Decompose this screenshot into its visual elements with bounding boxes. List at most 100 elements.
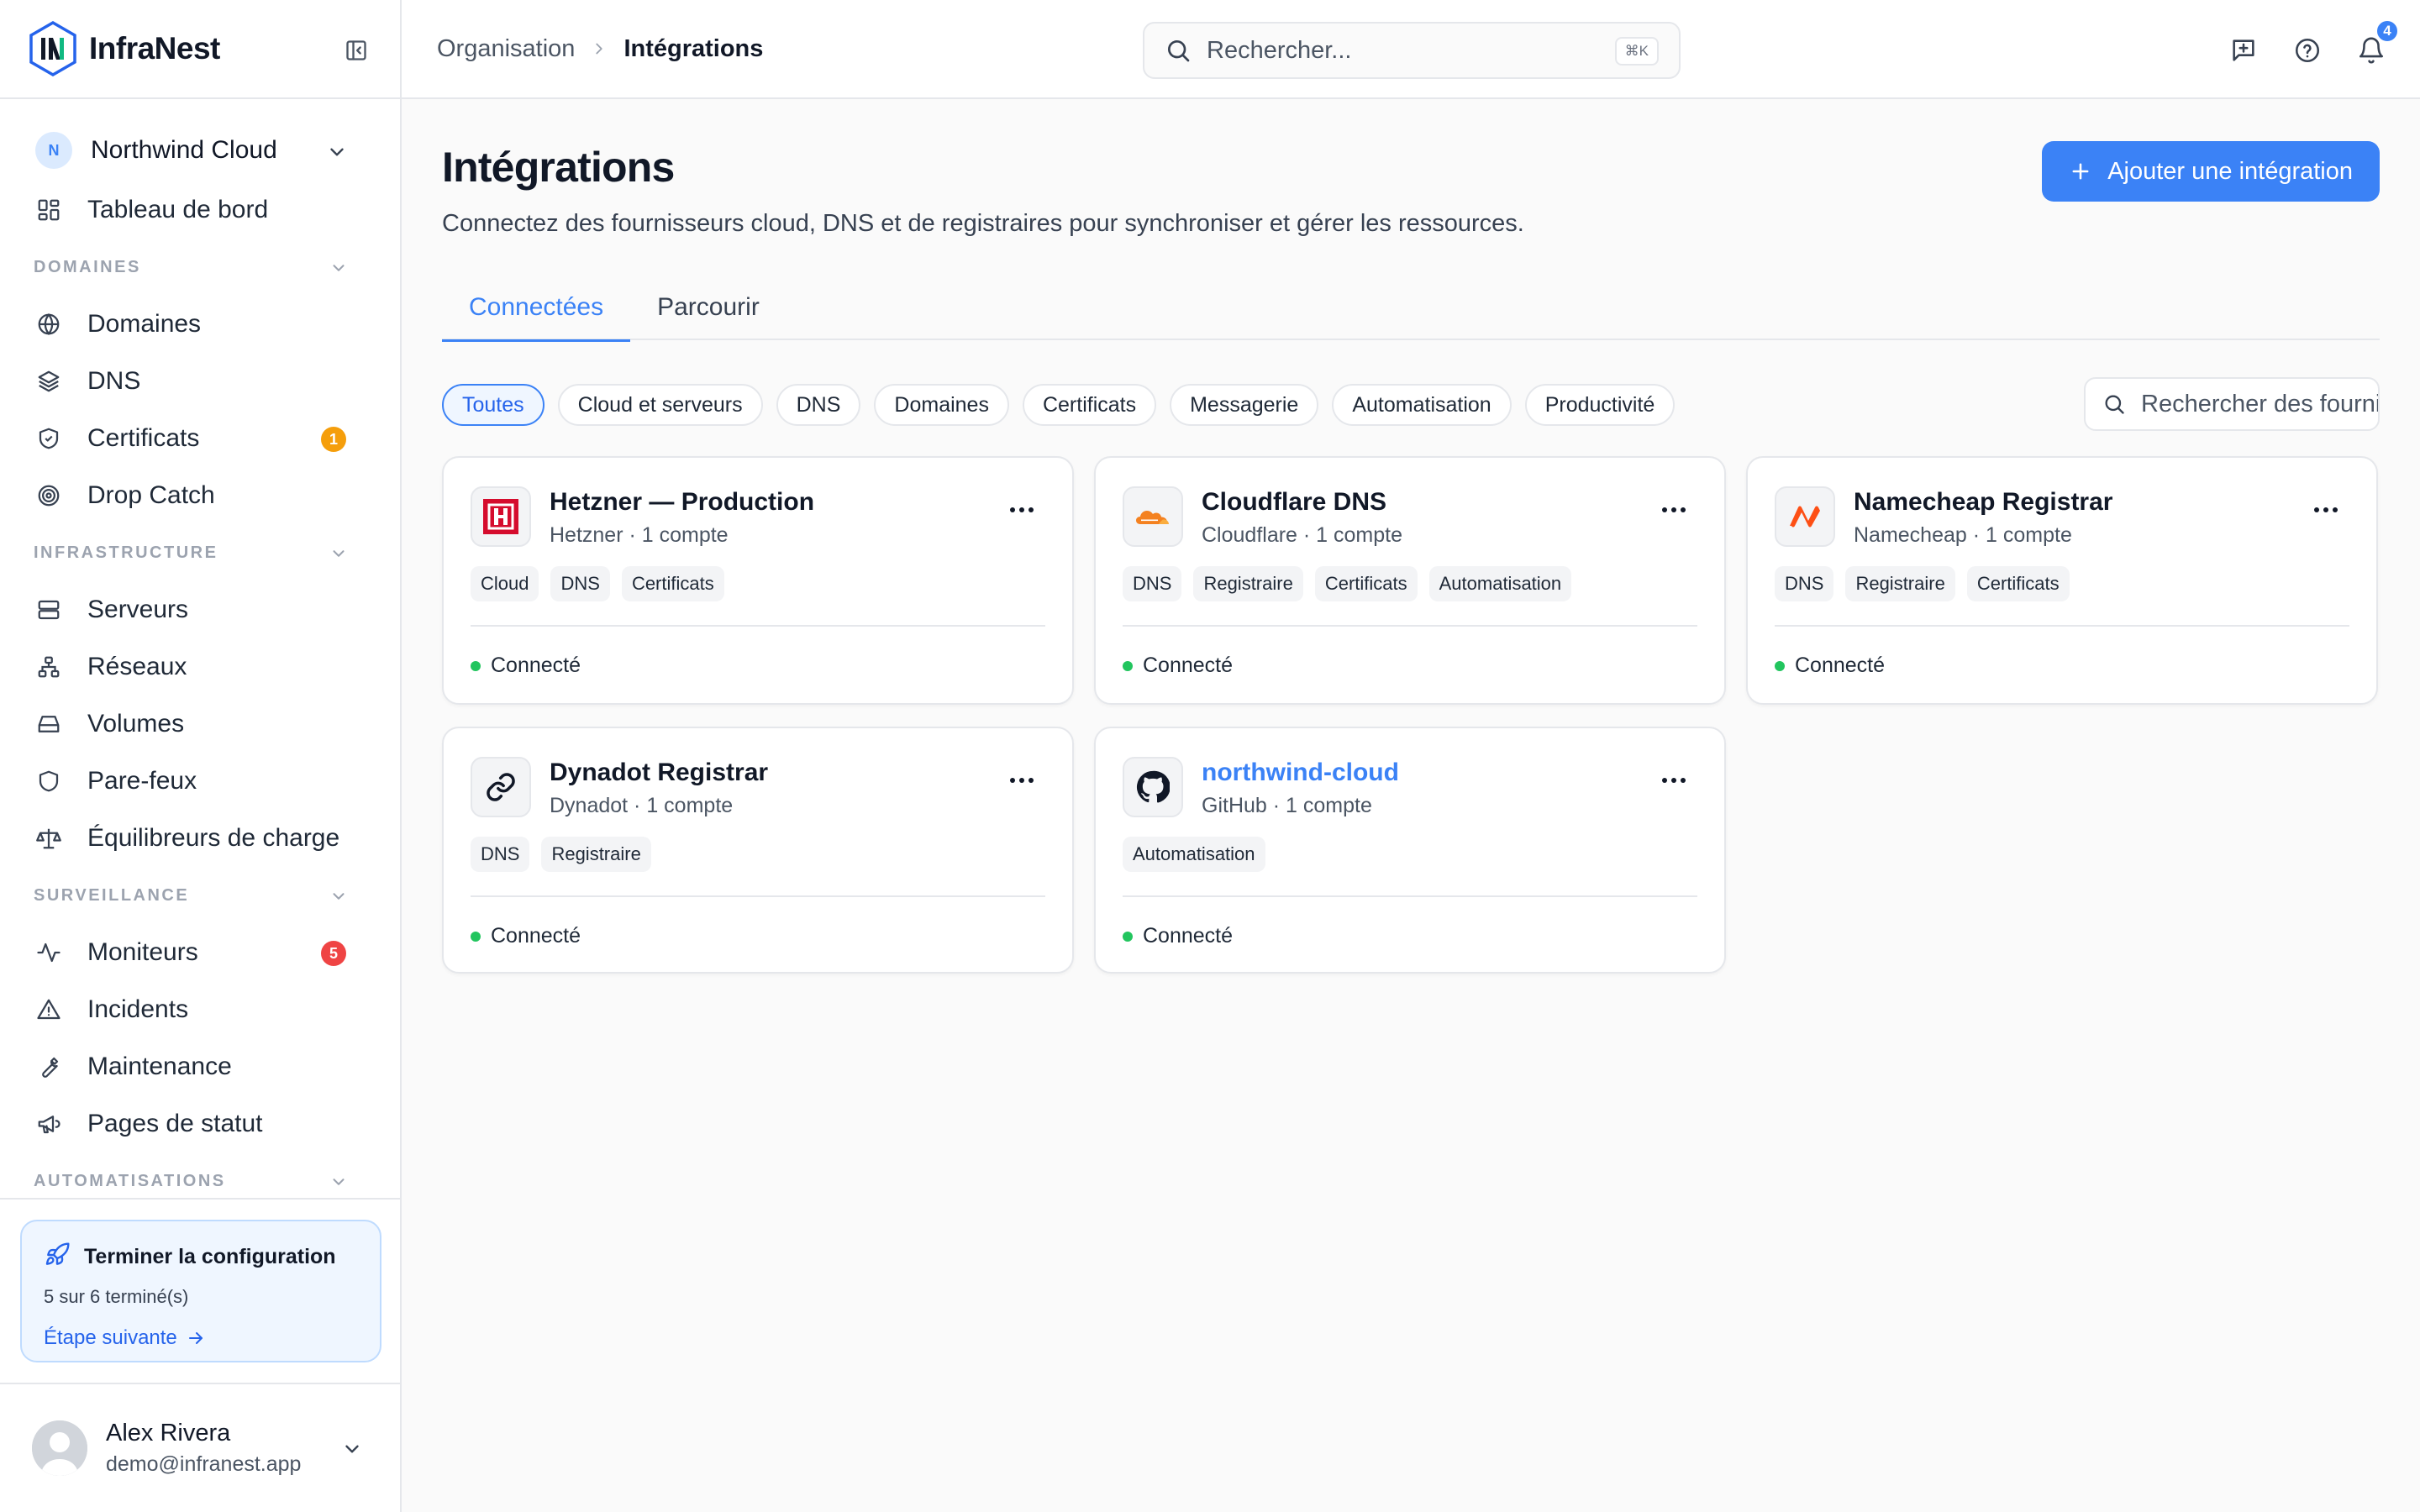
provider-search[interactable] — [2084, 377, 2380, 431]
sidebar: InfraNest N Northwind Cloud Tableau de b… — [0, 0, 402, 1512]
sidebar-item-label: Incidents — [87, 995, 189, 1023]
filter-chip-messaging[interactable]: Messagerie — [1170, 384, 1319, 426]
section-header-monitoring[interactable]: SURVEILLANCE — [17, 867, 383, 924]
integration-card[interactable]: Dynadot Registrar Dynadot · 1 compte DNS… — [442, 727, 1074, 974]
search-icon — [1165, 37, 1192, 64]
section-header-infrastructure[interactable]: INFRASTRUCTURE — [17, 524, 383, 581]
monitors-badge: 5 — [321, 941, 346, 966]
status-dot — [1775, 660, 1785, 671]
sidebar-item-certificates[interactable]: Certificats 1 — [17, 410, 383, 467]
add-integration-button[interactable]: Ajouter une intégration — [2042, 141, 2380, 202]
filter-chip-domains[interactable]: Domaines — [874, 384, 1009, 426]
status-label: Connecté — [491, 654, 581, 677]
status-dot — [471, 660, 481, 671]
filter-bar: Toutes Cloud et serveurs DNS Domaines Ce… — [442, 377, 2380, 431]
status-label: Connecté — [1795, 654, 1886, 677]
breadcrumb-organisation[interactable]: Organisation — [437, 35, 575, 63]
namecheap-logo — [1775, 486, 1835, 547]
global-search[interactable]: ⌘K — [1143, 22, 1681, 79]
sidebar-item-incidents[interactable]: Incidents — [17, 981, 383, 1038]
filter-chip-dns[interactable]: DNS — [776, 384, 861, 426]
sidebar-item-label: Drop Catch — [87, 481, 215, 509]
search-icon — [2102, 392, 2126, 416]
sidebar-item-label: Pare-feux — [87, 767, 197, 795]
scale-icon — [35, 825, 62, 852]
sidebar-item-label: Réseaux — [87, 653, 187, 680]
status-label: Connecté — [1143, 654, 1234, 677]
sidebar-item-servers[interactable]: Serveurs — [17, 581, 383, 638]
more-options-icon[interactable] — [1005, 770, 1039, 790]
megaphone-icon — [35, 1110, 62, 1137]
tab-browse[interactable]: Parcourir — [630, 275, 786, 340]
tag-list: DNS Registraire Certificats — [1775, 566, 2349, 601]
status: Connecté — [471, 654, 1045, 678]
hetzner-logo — [471, 486, 531, 547]
integration-card[interactable]: Cloudflare DNS Cloudflare · 1 compte DNS… — [1094, 456, 1726, 705]
tab-connected[interactable]: Connectées — [442, 275, 631, 342]
provider-search-input[interactable] — [2141, 390, 2378, 418]
integration-title-link[interactable]: northwind-cloud — [1202, 759, 1399, 787]
sidebar-item-domains[interactable]: Domaines — [17, 296, 383, 353]
org-switcher[interactable]: N Northwind Cloud — [17, 124, 383, 176]
tag: Certificats — [1314, 566, 1418, 601]
sidebar-item-firewalls[interactable]: Pare-feux — [17, 753, 383, 810]
sidebar-item-monitors[interactable]: Moniteurs 5 — [17, 924, 383, 981]
more-options-icon[interactable] — [1657, 770, 1691, 790]
filter-chip-productivity[interactable]: Productivité — [1524, 384, 1676, 426]
cloudflare-logo — [1123, 486, 1183, 547]
tabs: Connectées Parcourir — [442, 275, 2380, 342]
sidebar-item-maintenance[interactable]: Maintenance — [17, 1038, 383, 1095]
next-step-label: Étape suivante — [44, 1326, 177, 1349]
status-dot — [1123, 660, 1133, 671]
integration-card[interactable]: Hetzner — Production Hetzner · 1 compte … — [442, 456, 1074, 705]
sidebar-item-dns[interactable]: DNS — [17, 353, 383, 410]
sidebar-item-status-pages[interactable]: Pages de statut — [17, 1095, 383, 1152]
feedback-icon[interactable] — [2225, 32, 2262, 69]
sidebar-item-networks[interactable]: Réseaux — [17, 638, 383, 696]
integration-subtitle: Dynadot · 1 compte — [550, 794, 734, 817]
card-divider — [471, 625, 1045, 627]
integration-subtitle: Hetzner · 1 compte — [550, 523, 729, 547]
page-description: Connectez des fournisseurs cloud, DNS et… — [442, 210, 1524, 237]
search-input[interactable] — [1207, 36, 1576, 65]
tag: Certificats — [1966, 566, 2070, 601]
integration-card[interactable]: Namecheap Registrar Namecheap · 1 compte… — [1746, 456, 2378, 705]
tag: DNS — [471, 837, 530, 872]
tag: Automatisation — [1123, 837, 1265, 872]
status-dot — [1123, 931, 1133, 942]
status-label: Connecté — [1143, 924, 1234, 948]
card-divider — [1123, 625, 1697, 627]
org-avatar: N — [35, 132, 72, 169]
user-menu[interactable]: Alex Rivera demo@infranest.app — [0, 1384, 400, 1512]
tag-list: Automatisation — [1123, 837, 1697, 872]
integration-subtitle: GitHub · 1 compte — [1202, 794, 1372, 817]
keyboard-shortcut: ⌘K — [1614, 37, 1659, 66]
chevron-down-icon — [329, 544, 348, 568]
filter-chip-certificates[interactable]: Certificats — [1022, 384, 1157, 426]
sidebar-item-volumes[interactable]: Volumes — [17, 696, 383, 753]
sidebar-item-load-balancers[interactable]: Équilibreurs de charge — [17, 810, 383, 867]
next-step-link[interactable]: Étape suivante — [44, 1326, 206, 1350]
layers-icon — [35, 368, 62, 395]
more-options-icon[interactable] — [2309, 500, 2343, 520]
integration-card[interactable]: northwind-cloud GitHub · 1 compte Automa… — [1094, 727, 1726, 974]
chevron-down-icon — [329, 887, 348, 911]
filter-chip-automation[interactable]: Automatisation — [1332, 384, 1512, 426]
setup-progress: 5 sur 6 terminé(s) — [44, 1286, 189, 1307]
chevron-down-icon — [329, 259, 348, 282]
collapse-sidebar-icon[interactable] — [343, 37, 370, 64]
integration-title: Hetzner — Production — [550, 488, 815, 516]
more-options-icon[interactable] — [1005, 500, 1039, 520]
section-header-domains[interactable]: DOMAINES — [17, 239, 383, 296]
sidebar-item-dashboard[interactable]: Tableau de bord — [17, 181, 383, 239]
breadcrumb-current: Intégrations — [623, 34, 764, 62]
section-title: SURVEILLANCE — [34, 885, 190, 905]
more-options-icon[interactable] — [1657, 500, 1691, 520]
sidebar-item-drop-catch[interactable]: Drop Catch — [17, 467, 383, 524]
main-content: Organisation Intégrations ⌘K — [402, 0, 2420, 1512]
filter-chip-all[interactable]: Toutes — [442, 384, 544, 426]
help-icon[interactable] — [2289, 32, 2326, 69]
filter-chip-cloud[interactable]: Cloud et serveurs — [557, 384, 763, 426]
bell-icon[interactable]: 4 — [2353, 18, 2400, 69]
section-header-automation[interactable]: AUTOMATISATIONS — [17, 1152, 383, 1210]
